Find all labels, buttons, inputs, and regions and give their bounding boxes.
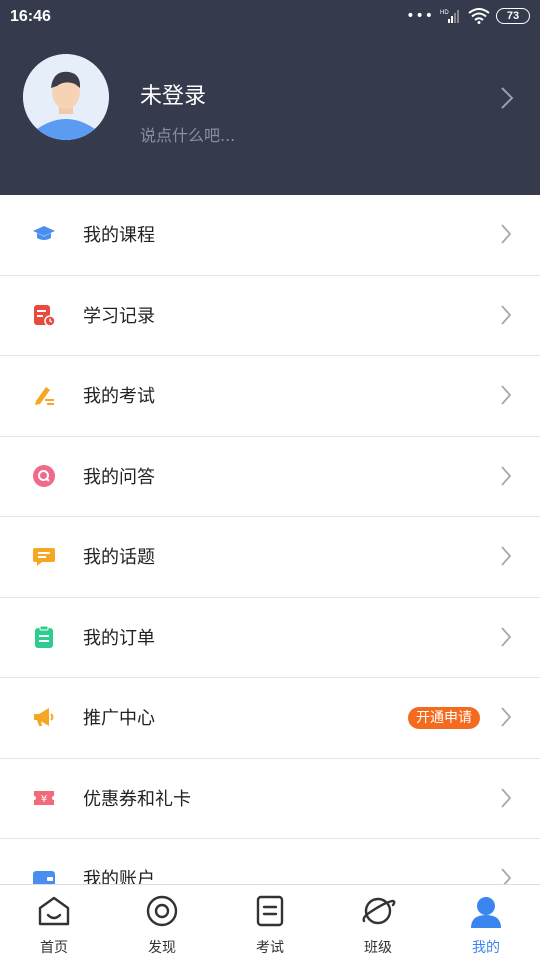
tab-discover[interactable]: 发现: [108, 885, 216, 961]
tab-home[interactable]: 首页: [0, 885, 108, 961]
menu-label: 我的课程: [83, 225, 155, 246]
menu-label: 我的问答: [83, 466, 155, 488]
class-planet-icon: [362, 897, 396, 925]
menu-item-my-courses[interactable]: 我的课程: [0, 195, 540, 276]
avatar-illustration: [23, 54, 109, 140]
menu-item-promotion-center[interactable]: 推广中心 开通申请: [0, 678, 540, 759]
apply-badge[interactable]: 开通申请: [408, 707, 480, 729]
menu-item-my-orders[interactable]: 我的订单: [0, 598, 540, 678]
status-icons: ••• HD 73: [406, 8, 530, 24]
menu-item-my-qa[interactable]: 我的问答: [0, 437, 540, 517]
battery-indicator: 73: [496, 8, 530, 24]
pencil-exam-icon: [35, 387, 54, 405]
nav-label: 首页: [40, 940, 68, 956]
chevron-right-icon: [501, 626, 512, 647]
wifi-icon: [468, 8, 490, 24]
chevron-right-icon: [501, 304, 512, 325]
menu-label: 学习记录: [83, 305, 155, 327]
chevron-right-icon: [501, 546, 512, 566]
home-icon: [38, 896, 70, 926]
qa-icon: [33, 464, 55, 487]
tab-mine[interactable]: 我的: [432, 885, 540, 961]
username: 未登录: [140, 84, 207, 109]
more-dots-icon: •••: [406, 8, 434, 24]
menu-label: 我的考试: [83, 386, 155, 407]
menu-label: 我的订单: [83, 627, 155, 649]
avatar[interactable]: [23, 54, 109, 140]
nav-label: 考试: [256, 940, 284, 956]
nav-label: 我的: [472, 940, 500, 956]
signature-text: 说点什么吧...: [140, 126, 236, 145]
nav-label: 发现: [148, 940, 176, 956]
tab-exam[interactable]: 考试: [216, 885, 324, 961]
status-time: 16:46: [10, 8, 51, 25]
status-bar: 16:46 ••• HD 73: [0, 0, 540, 36]
study-record-icon: [34, 304, 56, 327]
menu-item-study-records[interactable]: 学习记录: [0, 276, 540, 356]
menu-label: 我的话题: [83, 547, 155, 568]
chevron-right-icon: [501, 385, 512, 405]
signal-icon: HD: [440, 10, 459, 23]
order-clipboard-icon: [35, 625, 53, 648]
graduation-cap-icon: [33, 226, 55, 240]
menu-label: 推广中心: [83, 708, 155, 729]
menu-label: 优惠券和礼卡: [83, 788, 191, 810]
topic-chat-icon: [33, 548, 55, 566]
bottom-nav: 首页 发现 考试 班级 我的: [0, 884, 540, 961]
chevron-right-icon: [501, 224, 512, 244]
menu-list: 我的课程 学习记录 我的考试 我的问答 我的话题 我的订单 推广中心 开通申请 …: [0, 195, 540, 920]
discover-icon: [146, 895, 178, 927]
nav-label: 班级: [364, 940, 392, 956]
chevron-right-icon: [501, 787, 512, 808]
chevron-right-icon: [501, 465, 512, 486]
svg-text:HD: HD: [440, 10, 449, 16]
chevron-right-icon: [501, 707, 512, 727]
profile-row[interactable]: 未登录 说点什么吧...: [0, 50, 540, 150]
menu-item-coupons[interactable]: ¥ 优惠券和礼卡: [0, 759, 540, 839]
tab-class[interactable]: 班级: [324, 885, 432, 961]
exam-icon: [256, 895, 284, 927]
menu-item-my-exams[interactable]: 我的考试: [0, 356, 540, 437]
megaphone-icon: [34, 708, 54, 726]
coupon-icon: ¥: [34, 790, 54, 805]
profile-user-icon: [471, 897, 501, 928]
chevron-right-icon: [501, 87, 514, 109]
menu-item-my-topics[interactable]: 我的话题: [0, 517, 540, 598]
svg-text:¥: ¥: [41, 794, 47, 805]
profile-header: 16:46 ••• HD 73 未登录 说点什么吧...: [0, 0, 540, 195]
